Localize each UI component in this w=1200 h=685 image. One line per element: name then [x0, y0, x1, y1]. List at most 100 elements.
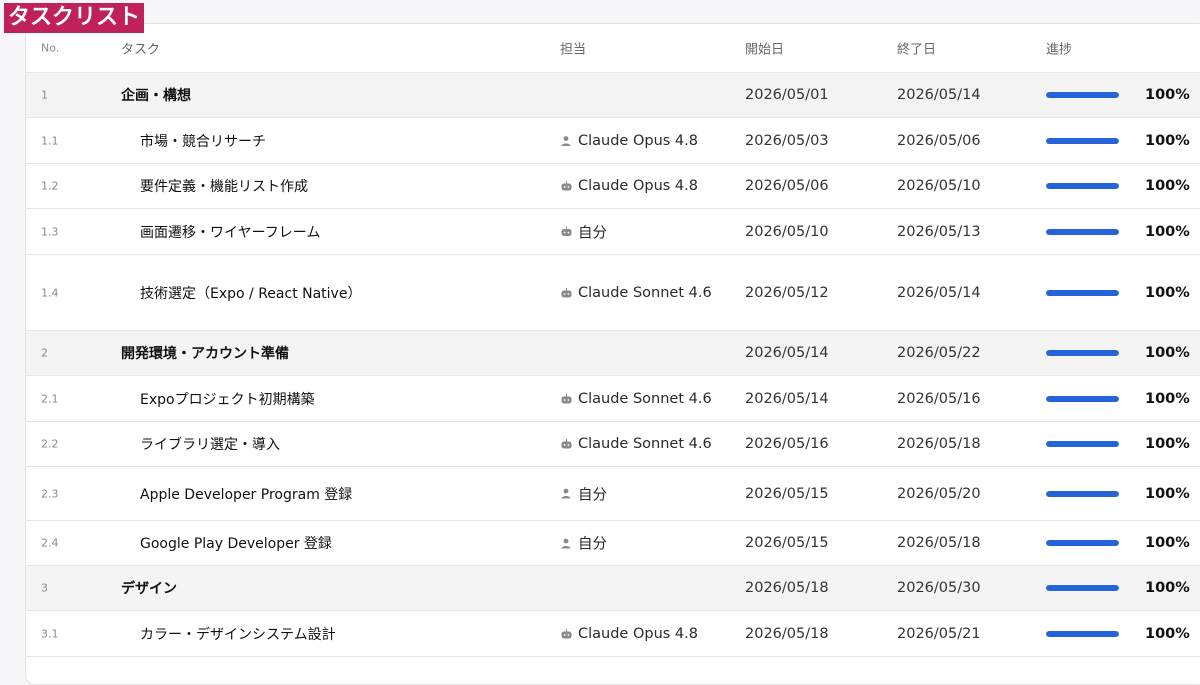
start-date[interactable]: 2026/05/18	[745, 626, 829, 642]
start-date[interactable]: 2026/05/03	[745, 133, 829, 149]
progress-bar	[1046, 395, 1119, 402]
start-date[interactable]: 2026/05/15	[745, 486, 829, 502]
progress-fill	[1046, 540, 1119, 546]
progress-bar	[1046, 289, 1119, 296]
progress-fill	[1046, 92, 1119, 98]
header-task[interactable]: タスク	[121, 39, 160, 58]
end-date[interactable]: 2026/05/06	[897, 133, 981, 149]
end-date[interactable]: 2026/05/16	[897, 391, 981, 407]
task-number: 3.1	[41, 627, 59, 640]
header-end[interactable]: 終了日	[897, 39, 936, 58]
task-number: 2	[41, 346, 48, 360]
progress-bar	[1046, 183, 1119, 189]
person-icon	[560, 135, 572, 147]
end-date[interactable]: 2026/05/13	[897, 224, 981, 240]
end-date[interactable]: 2026/05/21	[897, 626, 981, 642]
start-date[interactable]: 2026/05/15	[745, 535, 829, 551]
task-row[interactable]: 1.3 画面遷移・ワイヤーフレーム 自分 2026/05/10 2026/05/13 10…	[26, 209, 1200, 255]
progress-fill	[1046, 137, 1119, 144]
task-group-row[interactable]: 2 開発環境・アカウント準備 2026/05/14 2026/05/22 100%	[26, 331, 1200, 376]
progress-bar	[1046, 350, 1119, 356]
task-name[interactable]: Apple Developer Program 登録	[140, 484, 352, 504]
header-no[interactable]: No.	[41, 42, 59, 55]
task-name[interactable]: Expoプロジェクト初期構築	[140, 389, 315, 409]
progress-percent: 100%	[1145, 535, 1190, 551]
start-date[interactable]: 2026/05/12	[745, 285, 829, 301]
assignee-name: Claude Opus 4.8	[578, 625, 698, 642]
assignee-name: Claude Opus 4.8	[578, 132, 698, 149]
task-row[interactable]: 2.4 Google Play Developer 登録 自分 2026/05/15 2…	[26, 521, 1200, 566]
assignee-name: Claude Sonnet 4.6	[578, 436, 712, 452]
task-group-row[interactable]: 1 企画・構想 2026/05/01 2026/05/14 100%	[26, 73, 1200, 118]
progress-percent: 100%	[1145, 284, 1190, 301]
progress-percent: 100%	[1145, 625, 1190, 642]
bot-icon	[560, 226, 572, 238]
assignee-name: Claude Sonnet 4.6	[578, 284, 712, 301]
progress-fill	[1046, 350, 1119, 356]
end-date[interactable]: 2026/05/30	[897, 580, 981, 596]
task-group-row[interactable]: 3 デザイン 2026/05/18 2026/05/30 100%	[26, 566, 1200, 611]
assignee-name: Claude Opus 4.8	[578, 178, 698, 194]
header-progress[interactable]: 進捗	[1046, 39, 1072, 58]
task-number: 1.3	[41, 225, 59, 238]
task-name[interactable]: 開発環境・アカウント準備	[121, 343, 289, 363]
progress-fill	[1046, 183, 1119, 189]
progress-percent: 100%	[1145, 390, 1190, 407]
end-date[interactable]: 2026/05/22	[897, 345, 981, 361]
task-name[interactable]: 企画・構想	[121, 85, 191, 105]
start-date[interactable]: 2026/05/10	[745, 224, 829, 240]
assignee[interactable]: 自分	[560, 533, 607, 554]
end-date[interactable]: 2026/05/10	[897, 178, 981, 194]
task-row[interactable]: 1.2 要件定義・機能リスト作成 Claude Opus 4.8 2026/05/06…	[26, 164, 1200, 209]
start-date[interactable]: 2026/05/16	[745, 436, 829, 452]
progress-percent: 100%	[1145, 580, 1190, 596]
start-date[interactable]: 2026/05/06	[745, 178, 829, 194]
assignee[interactable]: Claude Sonnet 4.6	[560, 436, 712, 452]
assignee[interactable]: Claude Opus 4.8	[560, 133, 698, 149]
task-row[interactable]: 2.2 ライブラリ選定・導入 Claude Sonnet 4.6 2026/05/16…	[26, 422, 1200, 467]
task-row[interactable]: 2.1 Expoプロジェクト初期構築 Claude Sonnet 4.6 2026/0…	[26, 376, 1200, 422]
task-row[interactable]: 1.1 市場・競合リサーチ Claude Opus 4.8 2026/05/03 202…	[26, 118, 1200, 164]
header-assignee[interactable]: 担当	[560, 39, 586, 58]
progress-bar	[1046, 441, 1119, 447]
progress-percent: 100%	[1145, 485, 1190, 502]
task-row[interactable]: 1.4 技術選定（Expo / React Native） Claude Sonne…	[26, 255, 1200, 331]
assignee[interactable]: 自分	[560, 221, 607, 242]
progress-bar	[1046, 490, 1119, 497]
progress-bar	[1046, 585, 1119, 591]
start-date[interactable]: 2026/05/01	[745, 87, 829, 103]
progress-fill	[1046, 630, 1119, 637]
task-name[interactable]: ライブラリ選定・導入	[140, 434, 280, 454]
end-date[interactable]: 2026/05/14	[897, 285, 981, 301]
header-start[interactable]: 開始日	[745, 39, 784, 58]
start-date[interactable]: 2026/05/18	[745, 580, 829, 596]
end-date[interactable]: 2026/05/20	[897, 486, 981, 502]
task-name[interactable]: 市場・競合リサーチ	[140, 131, 266, 151]
task-row[interactable]: 2.3 Apple Developer Program 登録 自分 2026/05/1…	[26, 467, 1200, 521]
bot-icon	[560, 438, 572, 450]
task-row[interactable]: 3.1 カラー・デザインシステム設計 Claude Opus 4.8 2026/05/…	[26, 611, 1200, 657]
start-date[interactable]: 2026/05/14	[745, 345, 829, 361]
progress-track	[1046, 540, 1119, 546]
progress-track	[1046, 137, 1119, 144]
progress-percent: 100%	[1145, 436, 1190, 452]
task-name[interactable]: カラー・デザインシステム設計	[140, 624, 336, 644]
end-date[interactable]: 2026/05/14	[897, 87, 981, 103]
end-date[interactable]: 2026/05/18	[897, 436, 981, 452]
assignee-name: 自分	[578, 536, 607, 553]
task-name[interactable]: 要件定義・機能リスト作成	[140, 176, 308, 196]
assignee[interactable]: Claude Opus 4.8	[560, 626, 698, 642]
assignee[interactable]: Claude Sonnet 4.6	[560, 391, 712, 407]
start-date[interactable]: 2026/05/14	[745, 391, 829, 407]
task-name[interactable]: デザイン	[121, 578, 177, 598]
assignee-name: 自分	[578, 487, 607, 503]
assignee[interactable]: 自分	[560, 483, 607, 504]
task-number: 1.4	[41, 286, 59, 299]
task-name[interactable]: 技術選定（Expo / React Native）	[140, 283, 361, 303]
task-name[interactable]: Google Play Developer 登録	[140, 533, 332, 553]
page-title-label: タスクリスト	[4, 3, 145, 33]
assignee[interactable]: Claude Sonnet 4.6	[560, 285, 712, 301]
task-name[interactable]: 画面遷移・ワイヤーフレーム	[140, 222, 320, 242]
end-date[interactable]: 2026/05/18	[897, 535, 981, 551]
assignee[interactable]: Claude Opus 4.8	[560, 178, 698, 194]
